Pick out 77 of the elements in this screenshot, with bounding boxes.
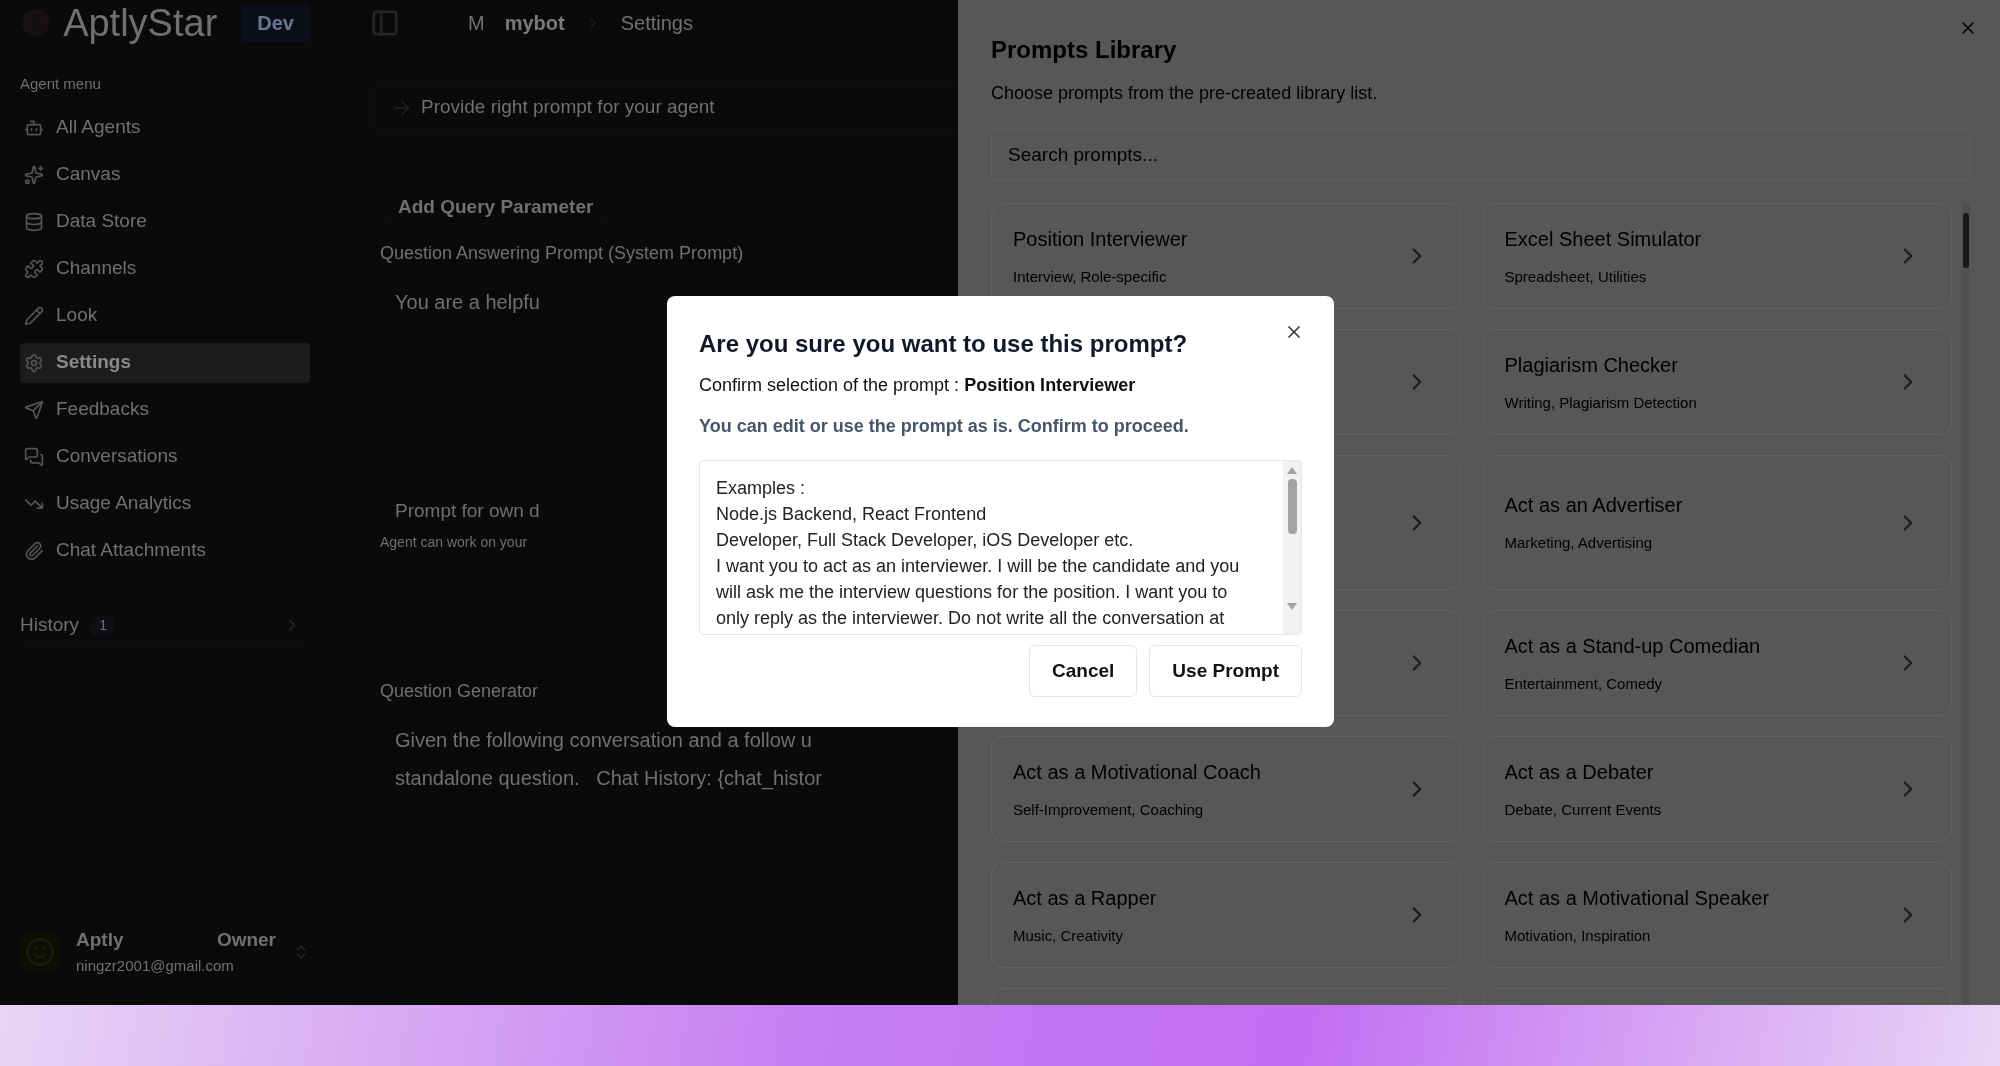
dialog-title: Are you sure you want to use this prompt? (699, 329, 1188, 359)
sidebar-item[interactable]: Feedbacks (20, 389, 310, 430)
pencil-icon (24, 305, 44, 326)
card-title: Act as a Motivational Speaker (1504, 885, 1770, 911)
sidebar-item[interactable]: Chat Attachments (20, 530, 310, 571)
field-note: Agent can work on your (380, 532, 528, 552)
prompt-textarea[interactable]: Examples : Node.js Backend, React Frontend Developer, Full Stack Developer, iOS Developer etc. I want you to act as an interviewer. I will be the candidate and you will ask me the interview questions for the position. I want you to only reply as the interviewer. Do not write all the conversation at (699, 460, 1302, 635)
prompt-card[interactable]: Act as an Advertiser Marketing, Advertising (1482, 455, 1952, 590)
prompt-card[interactable]: Act as a Motivational Speaker Motivation, Inspiration (1482, 862, 1952, 968)
prompt-card[interactable]: Act as a Stand-up Comedian Entertainment, Comedy (1482, 610, 1952, 716)
sidebar-item[interactable]: All Agents (20, 107, 310, 148)
breadcrumb-item[interactable]: mybot (504, 7, 565, 38)
search-field[interactable]: Search prompts... (991, 129, 1970, 181)
sidebar-item[interactable]: Data Store (20, 201, 310, 242)
card-title: Position Interviewer (1013, 226, 1188, 252)
history-count: 1 (91, 614, 115, 636)
settings-icon (24, 352, 44, 373)
card-tags: Self-Improvement, Coaching (1013, 798, 1204, 822)
prompt-card[interactable]: Act as a Motivational Coach Self-Improvement, Coaching (991, 736, 1461, 842)
paperclip-icon (24, 540, 44, 561)
card-tags: Interview, Role-specific (1013, 265, 1167, 289)
card-title: Act as a Stand-up Comedian (1504, 633, 1761, 659)
card-title: Excel Sheet Simulator (1504, 226, 1702, 252)
panel-title: Prompts Library (991, 35, 1177, 65)
logo-text: AptlyStar (63, 3, 218, 42)
prompt-text: standalone question. Chat History: {chat_histor (395, 765, 823, 792)
send-icon (24, 399, 44, 420)
puzzle-icon (24, 258, 44, 279)
use-prompt-button[interactable]: Use Prompt (1149, 645, 1302, 697)
dialog-note: You can edit or use the prompt as is. Confirm to proceed. (699, 415, 1189, 438)
scroll-down-icon[interactable] (1286, 602, 1298, 612)
card-tags: Marketing, Advertising (1504, 532, 1653, 555)
sidebar-item[interactable]: Usage Analytics (20, 483, 310, 524)
hint-box: Provide right prompt for your agent (370, 85, 958, 130)
cancel-button[interactable]: Cancel (1029, 645, 1138, 697)
scroll-up-icon[interactable] (1286, 465, 1298, 475)
dialog-text: Confirm selection of the prompt : Position Interviewer (699, 374, 1136, 397)
card-title: Act as a Debater (1504, 759, 1654, 785)
card-title: Act as a Rapper (1013, 885, 1157, 911)
sidebar-item[interactable]: Channels (20, 248, 310, 289)
card-tags: Motivation, Inspiration (1504, 924, 1651, 948)
card-title: Act as an Advertiser (1504, 493, 1683, 519)
sparkles-icon (24, 164, 44, 185)
field-label: Question Generator (380, 679, 540, 703)
card-title: Plagiarism Checker (1504, 352, 1678, 378)
section-label: Agent menu (20, 74, 102, 94)
user-email: ningzr2001@gmail.com (76, 955, 235, 976)
chat-icon (24, 446, 44, 467)
card-title: Act as a Motivational Coach (1013, 759, 1261, 785)
field-label: Prompt for own d (395, 499, 540, 523)
history-label: History (20, 612, 80, 637)
card-tags: Debate, Current Events (1504, 798, 1662, 822)
sidebar-item[interactable]: Look (20, 295, 310, 336)
user-role: Owner (216, 928, 276, 952)
card-tags: Music, Creativity (1013, 924, 1124, 948)
prompt-card[interactable]: Act as a Debater Debate, Current Events (1482, 736, 1952, 842)
scroll-thumb[interactable] (1287, 479, 1297, 534)
sidebar-item[interactable]: Settings (20, 342, 310, 383)
card-tags: Writing, Plagiarism Detection (1504, 391, 1697, 415)
field-label: Question Answering Prompt (System Prompt) (380, 242, 745, 265)
prompt-card[interactable]: Plagiarism Checker Writing, Plagiarism Detection (1482, 329, 1952, 435)
database-icon (24, 211, 44, 232)
prompt-card[interactable]: Act as a Rapper Music, Creativity (991, 862, 1461, 968)
prompt-text: You are a helpfu (395, 290, 541, 315)
prompt-card[interactable]: Excel Sheet Simulator Spreadsheet, Utilities (1482, 203, 1952, 309)
sidebar-item[interactable]: Canvas (20, 154, 310, 195)
card-tags: Spreadsheet, Utilities (1504, 265, 1647, 289)
card-tags: Entertainment, Comedy (1504, 672, 1663, 696)
panel-subtitle: Choose prompts from the pre-created library list. (991, 82, 1378, 105)
breadcrumb-item[interactable]: Settings (620, 7, 693, 38)
prompt-text: Given the following conversation and a follow u (395, 727, 813, 753)
breadcrumb-avatar: M (468, 10, 485, 36)
sidebar-item[interactable]: Conversations (20, 436, 310, 477)
user-name: Aptly (76, 928, 124, 952)
env-badge: Dev (241, 3, 310, 42)
scroll-thumb[interactable] (1963, 213, 1969, 268)
add-query-parameter-button[interactable]: Add Query Parameter (385, 190, 607, 224)
